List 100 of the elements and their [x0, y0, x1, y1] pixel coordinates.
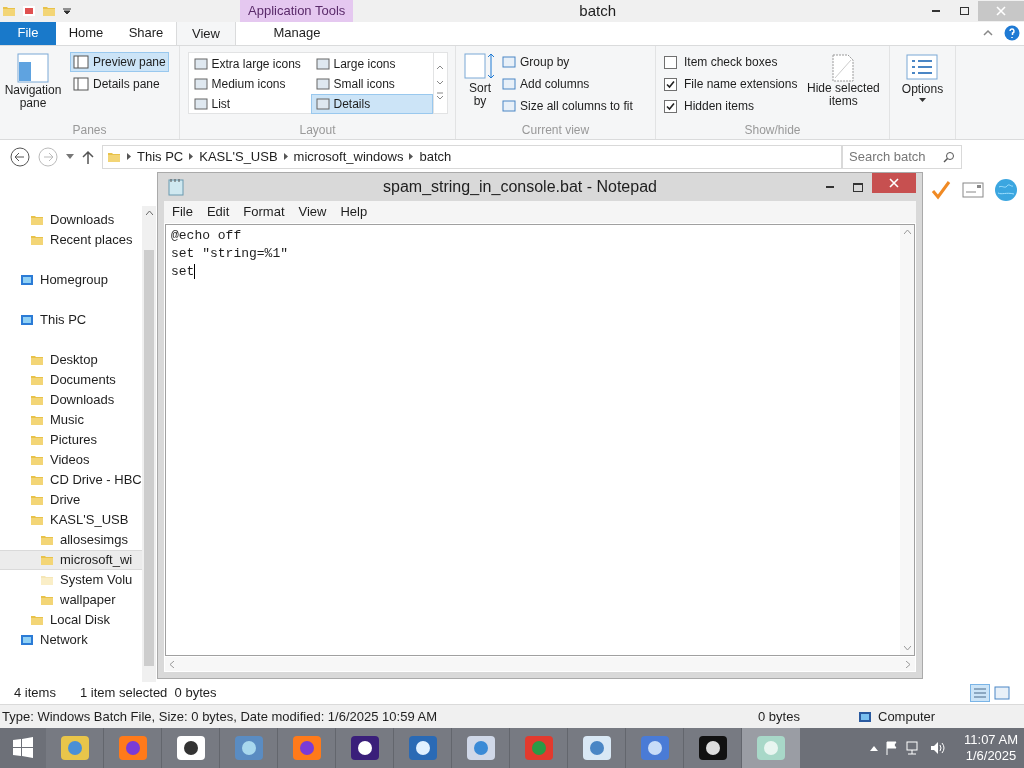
view-icon [315, 58, 330, 70]
menu-item[interactable]: File [166, 202, 199, 222]
layout-option[interactable]: Details [310, 94, 433, 114]
menu-item[interactable]: Format [237, 202, 291, 222]
view-icon [193, 58, 208, 70]
ribbon-tab[interactable]: View [176, 21, 236, 45]
scrollbar[interactable] [165, 657, 915, 671]
breadcrumb-item[interactable]: This PC [137, 146, 184, 167]
checkmark-icon[interactable] [930, 178, 952, 201]
nav-item[interactable]: microsoft_wi [0, 549, 142, 570]
sort-by-button[interactable]: Sort by [464, 52, 496, 121]
app-icon [464, 734, 497, 762]
nav-item[interactable]: KASL'S_USB [0, 509, 142, 530]
scroll-left-icon [170, 660, 174, 668]
up-icon[interactable] [82, 149, 94, 164]
layout-option[interactable]: List [188, 94, 311, 114]
layout-option[interactable]: Small icons [310, 74, 433, 94]
globe-icon[interactable] [994, 177, 1018, 202]
view-command[interactable]: Group by [502, 52, 633, 72]
flag-icon[interactable] [886, 741, 899, 755]
nav-item[interactable]: Homegroup [0, 269, 142, 290]
nav-item[interactable]: Network [0, 629, 142, 650]
help-icon[interactable] [1004, 25, 1020, 41]
checkbox-label: Hidden items [684, 98, 755, 115]
nav-item[interactable]: allosesimgs [0, 529, 142, 550]
view-command[interactable]: Add columns [502, 74, 633, 94]
tray-expand-icon[interactable] [870, 745, 879, 751]
pane-button[interactable]: Preview pane [70, 52, 169, 72]
group-label: Panes [71, 121, 108, 139]
layout-option[interactable]: Medium icons [188, 74, 311, 94]
chevron-icon [189, 153, 194, 161]
nav-item[interactable]: Desktop [0, 349, 142, 370]
app-icon [58, 734, 91, 762]
layout-option[interactable]: Extra large icons [188, 54, 311, 74]
forward-icon[interactable] [38, 146, 58, 167]
navigation-pane-button[interactable]: Navigation pane [0, 52, 66, 121]
clock[interactable]: 11:07 AM 1/6/2025 [964, 732, 1018, 764]
breadcrumb-item[interactable]: batch [419, 146, 452, 167]
nav-item[interactable]: CD Drive - HBC [0, 469, 142, 490]
view-icon [193, 98, 208, 110]
nav-item[interactable]: Local Disk [0, 609, 142, 630]
nav-item[interactable]: Videos [0, 449, 142, 470]
taskbar-button[interactable] [162, 728, 220, 768]
hidden-page-icon [831, 54, 856, 82]
large-icons-view-icon[interactable] [994, 686, 1010, 701]
app-icon [348, 734, 381, 762]
checkbox[interactable] [664, 77, 677, 91]
address-field[interactable]: This PC KASL'S_USB microsoft_windows batch [102, 144, 842, 169]
scrollbar[interactable] [900, 225, 914, 655]
nav-item[interactable]: System Volu [0, 569, 142, 590]
item-count: 4 items [14, 684, 56, 703]
code-line: set "string=%1" [171, 245, 289, 263]
nav-item[interactable]: Documents [0, 369, 142, 390]
scroll-down-icon [903, 646, 911, 650]
breadcrumb-item[interactable]: microsoft_windows [293, 146, 404, 167]
columns-icon [502, 99, 516, 113]
nav-item[interactable]: Downloads [0, 389, 142, 410]
nav-item[interactable]: Drive [0, 489, 142, 510]
layout-option[interactable]: Large icons [310, 54, 433, 74]
search-field[interactable]: Search batch [842, 144, 962, 169]
pane-icon [73, 55, 89, 69]
nav-item[interactable]: This PC [0, 309, 142, 330]
nav-item[interactable]: Pictures [0, 429, 142, 450]
ribbon-tab[interactable]: Home [56, 21, 116, 45]
volume-icon[interactable] [930, 741, 947, 755]
chevron-icon [283, 153, 288, 161]
ribbon-tab[interactable]: Share [116, 21, 176, 45]
breadcrumb-item[interactable]: KASL'S_USB [199, 146, 278, 167]
nav-item[interactable]: Downloads [0, 209, 142, 230]
scrollbar[interactable] [142, 205, 156, 683]
checkbox-label: File name extensions [684, 76, 798, 93]
view-icon [315, 78, 330, 90]
options-button[interactable]: Options [901, 54, 944, 102]
scroll-up-icon [145, 210, 153, 215]
recent-locations-icon[interactable] [66, 153, 74, 160]
dropdown-icon[interactable] [62, 6, 72, 16]
computer-icon [858, 709, 872, 724]
columns-icon [502, 77, 516, 91]
app-icon [116, 734, 149, 762]
taskbar-button[interactable] [336, 728, 394, 768]
pane-button[interactable]: Details pane [70, 74, 169, 94]
app-icon [406, 734, 439, 762]
view-icon [193, 78, 208, 90]
ribbon-tab[interactable]: Manage [242, 21, 352, 45]
nav-item[interactable]: wallpaper [0, 589, 142, 610]
menu-item[interactable]: View [292, 202, 333, 222]
nav-item[interactable]: Recent places [0, 229, 142, 250]
ribbon-tab[interactable]: File [0, 21, 56, 45]
back-icon[interactable] [10, 146, 30, 167]
checkbox[interactable] [664, 55, 677, 69]
menu-item[interactable]: Help [334, 202, 374, 222]
details-view-icon[interactable] [970, 684, 990, 703]
menu-item[interactable]: Edit [200, 202, 236, 222]
nav-item[interactable]: Music [0, 409, 142, 430]
card-icon[interactable] [962, 181, 984, 198]
checkbox[interactable] [664, 99, 677, 113]
taskbar-button[interactable] [684, 728, 742, 768]
app-icon [232, 734, 265, 762]
hide-selected-items-button[interactable]: Hide selected items [803, 54, 884, 121]
view-command[interactable]: Size all columns to fit [502, 96, 633, 116]
